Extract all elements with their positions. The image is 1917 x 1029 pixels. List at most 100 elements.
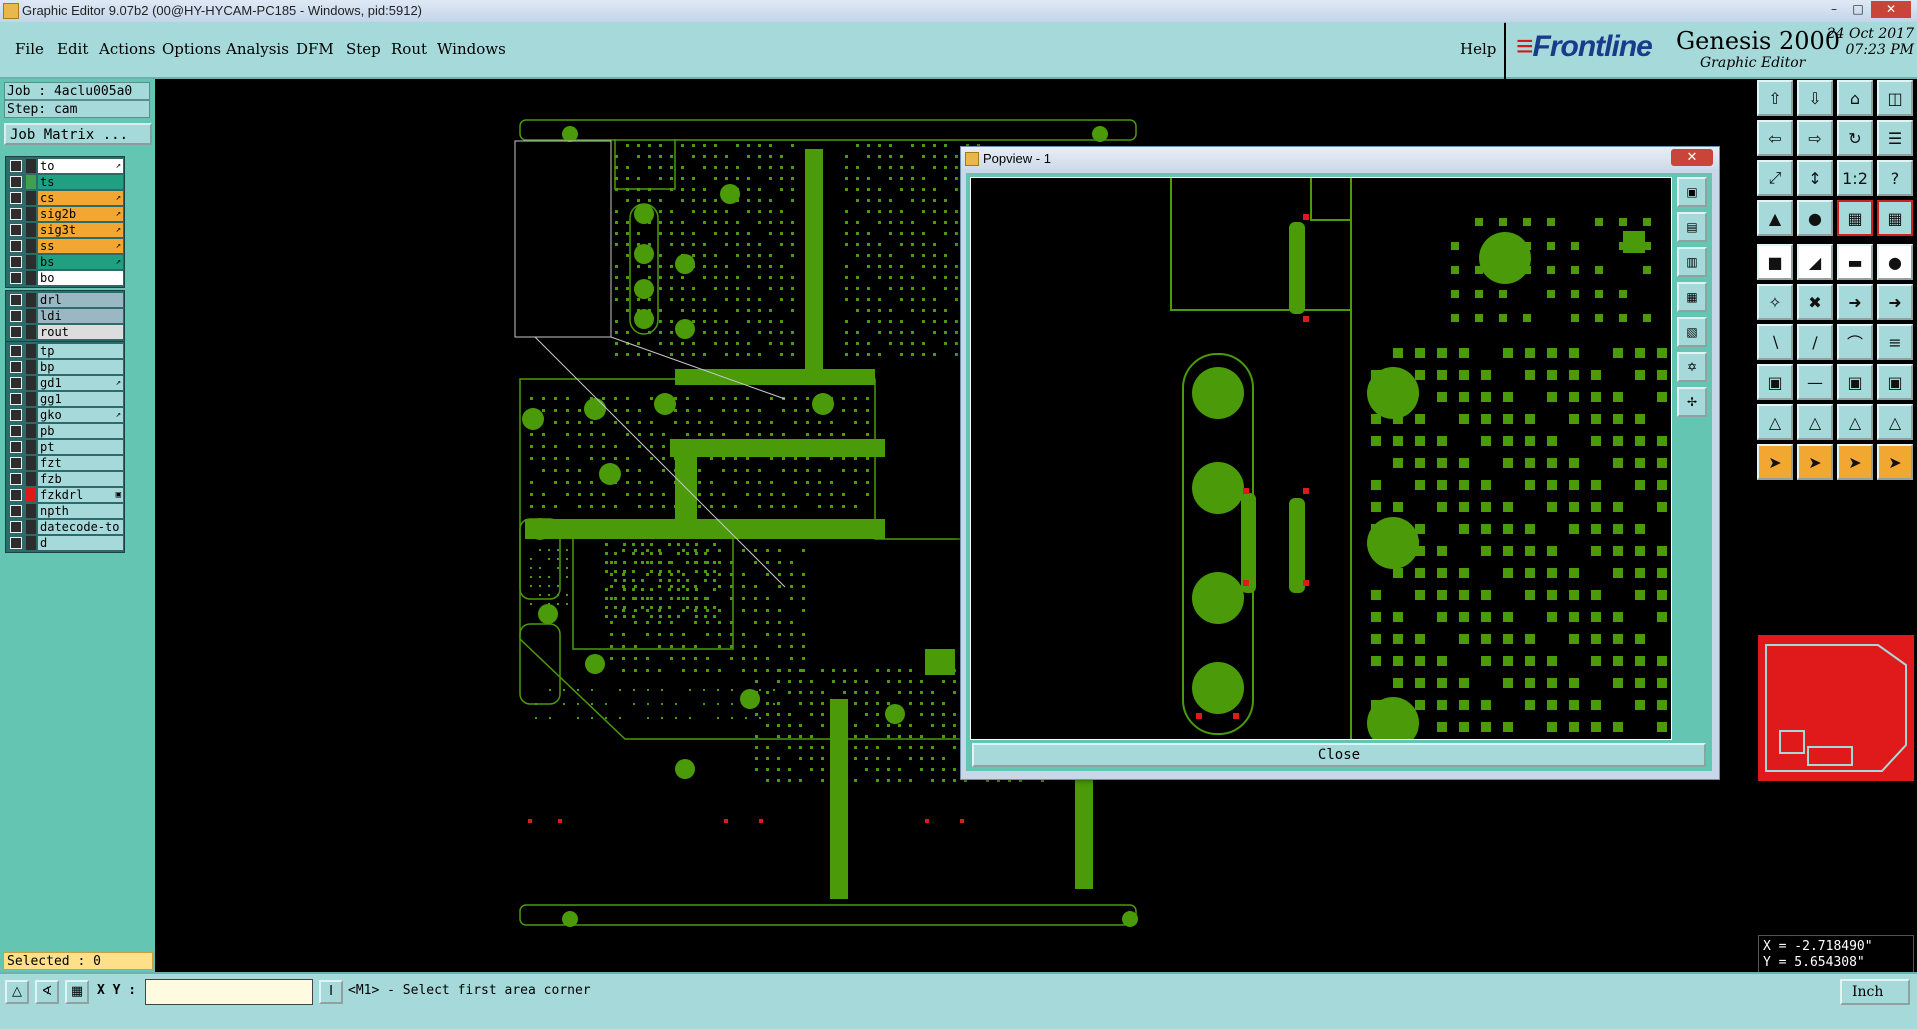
popview-window[interactable]: Popview - 1 ✕ ▣ ▤ ▥ ▦ ▧ ✡ ✢ Close: [960, 146, 1720, 780]
move-tool-icon[interactable]: ✧: [1757, 284, 1793, 320]
layer-color-swatch[interactable]: [26, 488, 36, 502]
popview-redraw-button[interactable]: ✢: [1677, 387, 1707, 417]
layer-name[interactable]: bp: [38, 360, 123, 374]
feature-tool-icon[interactable]: ▲: [1757, 200, 1793, 236]
layer-checkbox[interactable]: [10, 457, 22, 469]
xy-input[interactable]: [145, 979, 313, 1005]
layer-row-datecode-to[interactable]: datecode-to: [7, 519, 123, 535]
array-tool-icon[interactable]: ≡: [1877, 324, 1913, 360]
menu-step[interactable]: Step: [346, 40, 381, 58]
layer-name[interactable]: rout: [38, 325, 123, 339]
menu-dfm[interactable]: DFM: [296, 40, 334, 58]
fit-tool-icon[interactable]: ⤢: [1757, 160, 1793, 196]
layer-color-swatch[interactable]: [26, 536, 36, 550]
menu-analysis[interactable]: Analysis: [226, 40, 289, 58]
layer-checkbox[interactable]: [10, 256, 22, 268]
group-tool-icon[interactable]: ▣: [1837, 364, 1873, 400]
layer-color-swatch[interactable]: [26, 271, 36, 285]
layer-checkbox[interactable]: [10, 208, 22, 220]
layer-color-swatch[interactable]: [26, 325, 36, 339]
menu-windows[interactable]: Windows: [437, 40, 506, 58]
layer-row-rout[interactable]: rout: [7, 324, 123, 340]
layer-color-swatch[interactable]: [26, 255, 36, 269]
tri2-tool-icon[interactable]: △: [1797, 404, 1833, 440]
layer-checkbox[interactable]: [10, 537, 22, 549]
pin-tool-icon[interactable]: ▦: [1877, 200, 1913, 236]
units-selector[interactable]: Inch: [1840, 979, 1910, 1005]
layer-row-to[interactable]: to ↗: [7, 158, 123, 174]
layer-checkbox[interactable]: [10, 192, 22, 204]
layer-name[interactable]: cs ↗: [38, 191, 123, 205]
popview-zoom-in-button[interactable]: ▤: [1677, 212, 1707, 242]
layer-name[interactable]: fzkdrl ▣: [38, 488, 123, 502]
layer-row-gg1[interactable]: gg1: [7, 391, 123, 407]
layer-checkbox[interactable]: [10, 176, 22, 188]
layer-checkbox[interactable]: [10, 409, 22, 421]
layer-color-swatch[interactable]: [26, 424, 36, 438]
layer-row-fzkdrl[interactable]: fzkdrl ▣: [7, 487, 123, 503]
menu-file[interactable]: File: [15, 40, 44, 58]
layer-checkbox[interactable]: [10, 224, 22, 236]
select-multi-tool-icon[interactable]: ➤: [1877, 444, 1913, 480]
layer-row-d[interactable]: d: [7, 535, 123, 551]
layer-name[interactable]: bs ↗: [38, 255, 123, 269]
layer-color-swatch[interactable]: [26, 520, 36, 534]
layer-tool-icon[interactable]: ▣: [1877, 364, 1913, 400]
copy-tool-icon[interactable]: ➜: [1837, 284, 1873, 320]
popview-zoom-fit-button[interactable]: ▣: [1677, 177, 1707, 207]
save-tool-icon[interactable]: ⇩: [1797, 80, 1833, 116]
slope-tool-icon[interactable]: ∕: [1797, 324, 1833, 360]
layer-color-swatch[interactable]: [26, 309, 36, 323]
popview-pan-button[interactable]: ▦: [1677, 282, 1707, 312]
job-matrix-button[interactable]: Job Matrix ...: [4, 123, 152, 145]
menu-edit[interactable]: Edit: [57, 40, 88, 58]
dash-tool-icon[interactable]: —: [1797, 364, 1833, 400]
layer-checkbox[interactable]: [10, 425, 22, 437]
layer-name[interactable]: gg1: [38, 392, 123, 406]
menu-actions[interactable]: Actions: [99, 40, 155, 58]
layer-name[interactable]: bo: [38, 271, 123, 285]
cross-tool-icon[interactable]: ▦: [1837, 200, 1873, 236]
layer-color-swatch[interactable]: [26, 392, 36, 406]
layer-name[interactable]: tp: [38, 344, 123, 358]
layer-color-swatch[interactable]: [26, 175, 36, 189]
layer-row-fzb[interactable]: fzb: [7, 471, 123, 487]
layer-row-bo[interactable]: bo: [7, 270, 123, 286]
layer-checkbox[interactable]: [10, 441, 22, 453]
layer-checkbox[interactable]: [10, 521, 22, 533]
layer-name[interactable]: npth: [38, 504, 123, 518]
undo-tool-icon[interactable]: ↻: [1837, 120, 1873, 156]
resize-tool-icon[interactable]: ▣: [1757, 364, 1793, 400]
popview-home-button[interactable]: ✡: [1677, 352, 1707, 382]
minimize-button[interactable]: –: [1823, 1, 1845, 18]
layer-name[interactable]: pb: [38, 424, 123, 438]
layer-checkbox[interactable]: [10, 240, 22, 252]
layer-name[interactable]: to ↗: [38, 159, 123, 173]
next-tool-icon[interactable]: ⇨: [1797, 120, 1833, 156]
layer-checkbox[interactable]: [10, 272, 22, 284]
popview-close-button[interactable]: Close: [972, 743, 1706, 767]
layer-checkbox[interactable]: [10, 473, 22, 485]
layer-row-ss[interactable]: ss ↗: [7, 238, 123, 254]
layer-name[interactable]: fzb: [38, 472, 123, 486]
layer-row-fzt[interactable]: fzt: [7, 455, 123, 471]
layer-name[interactable]: sig2b ↗: [38, 207, 123, 221]
maximize-button[interactable]: □: [1847, 1, 1869, 18]
layer-checkbox[interactable]: [10, 505, 22, 517]
layer-color-swatch[interactable]: [26, 504, 36, 518]
layer-row-gko[interactable]: gko ↗: [7, 407, 123, 423]
menu-options[interactable]: Options: [162, 40, 221, 58]
line-tool-icon[interactable]: ◢: [1797, 244, 1833, 280]
delete-tool-icon[interactable]: ✖: [1797, 284, 1833, 320]
select-arrow-tool-icon[interactable]: ➤: [1837, 444, 1873, 480]
layer-color-swatch[interactable]: [26, 456, 36, 470]
grid-icon[interactable]: ▦: [65, 980, 89, 1004]
layer-name[interactable]: ss ↗: [38, 239, 123, 253]
tri1-tool-icon[interactable]: △: [1757, 404, 1793, 440]
layer-name[interactable]: gko ↗: [38, 408, 123, 422]
layer-color-swatch[interactable]: [26, 344, 36, 358]
home-tool-icon[interactable]: ⌂: [1837, 80, 1873, 116]
fill-tool-icon[interactable]: ●: [1797, 200, 1833, 236]
layer-checkbox[interactable]: [10, 294, 22, 306]
layer-checkbox[interactable]: [10, 489, 22, 501]
